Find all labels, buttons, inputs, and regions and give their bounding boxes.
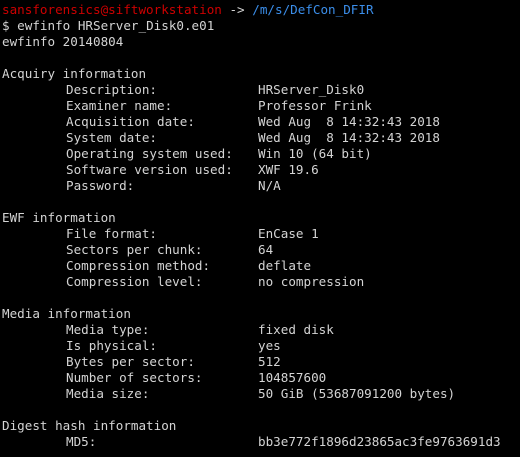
info-value: N/A — [258, 178, 281, 193]
info-row: Description: HRServer_Disk0 — [0, 82, 520, 98]
info-key: Media size: — [66, 386, 150, 401]
info-key: Software version used: — [66, 162, 233, 177]
info-row: Is physical: yes — [0, 338, 520, 354]
info-value: fixed disk — [258, 322, 334, 337]
info-row: Acquisition date: Wed Aug 8 14:32:43 2018 — [0, 114, 520, 130]
info-row: Examiner name: Professor Frink — [0, 98, 520, 114]
info-row: System date: Wed Aug 8 14:32:43 2018 — [0, 130, 520, 146]
info-row: Operating system used: Win 10 (64 bit) — [0, 146, 520, 162]
info-value: XWF 19.6 — [258, 162, 319, 177]
terminal-window[interactable]: sansforensics@siftworkstation -> /m/s/De… — [0, 0, 520, 457]
shell-prompt-line: sansforensics@siftworkstation -> /m/s/De… — [0, 2, 520, 18]
info-key: Acquisition date: — [66, 114, 195, 129]
section-title-digest: Digest hash information — [2, 418, 177, 433]
info-key: Password: — [66, 178, 135, 193]
info-key: Number of sectors: — [66, 370, 203, 385]
info-row: MD5: bb3e772f1896d23865ac3fe9763691d3 — [0, 434, 520, 450]
info-value: EnCase 1 — [258, 226, 319, 241]
prompt-path: /m/s/DefCon_DFIR — [252, 2, 374, 17]
info-value: Wed Aug 8 14:32:43 2018 — [258, 130, 440, 145]
version-line: ewfinfo 20140804 — [2, 34, 124, 49]
prompt-user-host: sansforensics@siftworkstation — [2, 2, 222, 17]
info-row: Media size: 50 GiB (53687091200 bytes) — [0, 386, 520, 402]
info-key: Compression level: — [66, 274, 203, 289]
prompt-dollar: $ — [2, 18, 18, 33]
info-value: yes — [258, 338, 281, 353]
info-key: System date: — [66, 130, 157, 145]
info-value: Professor Frink — [258, 98, 372, 113]
info-value: HRServer_Disk0 — [258, 82, 365, 97]
info-key: Is physical: — [66, 338, 157, 353]
info-value: 64 — [258, 242, 274, 257]
command-line: $ ewfinfo HRServer_Disk0.e01 — [0, 18, 520, 34]
info-row: File format: EnCase 1 — [0, 226, 520, 242]
info-key: Media type: — [66, 322, 150, 337]
info-key: File format: — [66, 226, 157, 241]
prompt-arrow: -> — [221, 2, 253, 17]
info-key: Sectors per chunk: — [66, 242, 203, 257]
info-row: Media type: fixed disk — [0, 322, 520, 338]
info-value: Wed Aug 8 14:32:43 2018 — [258, 114, 440, 129]
info-value: deflate — [258, 258, 312, 273]
info-value: Win 10 (64 bit) — [258, 146, 372, 161]
info-key: Compression method: — [66, 258, 211, 273]
section-title-acquiry: Acquiry information — [2, 66, 147, 81]
section-title-media: Media information — [2, 306, 131, 321]
info-row: Bytes per sector: 512 — [0, 354, 520, 370]
command-text: ewfinfo HRServer_Disk0.e01 — [17, 18, 215, 33]
info-row: Sectors per chunk: 64 — [0, 242, 520, 258]
info-row: Password: N/A — [0, 178, 520, 194]
info-row: Compression level: no compression — [0, 274, 520, 290]
info-value: no compression — [258, 274, 365, 289]
info-value: 512 — [258, 354, 281, 369]
info-row: Compression method: deflate — [0, 258, 520, 274]
info-key: Examiner name: — [66, 98, 173, 113]
info-row: Software version used: XWF 19.6 — [0, 162, 520, 178]
info-key: Description: — [66, 82, 157, 97]
info-key: Operating system used: — [66, 146, 233, 161]
info-key: Bytes per sector: — [66, 354, 195, 369]
info-key: MD5: — [66, 434, 97, 449]
info-row: Number of sectors: 104857600 — [0, 370, 520, 386]
info-value: 50 GiB (53687091200 bytes) — [258, 386, 456, 401]
md5-value: bb3e772f1896d23865ac3fe9763691d3 — [258, 434, 501, 449]
info-value: 104857600 — [258, 370, 327, 385]
section-title-ewf: EWF information — [2, 210, 116, 225]
